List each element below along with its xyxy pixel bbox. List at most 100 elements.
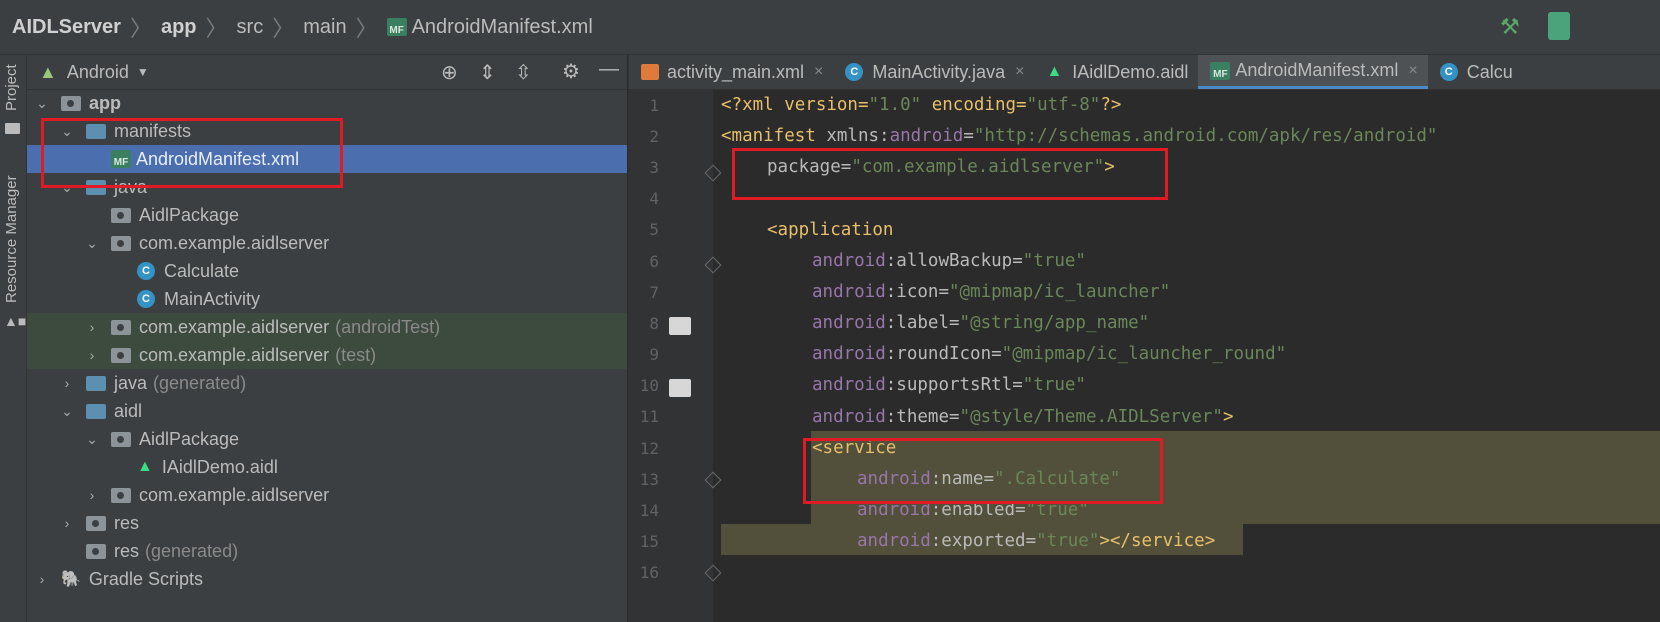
resource-icon: ▲■ bbox=[4, 313, 27, 329]
line-number: 10 bbox=[639, 376, 659, 395]
package-icon bbox=[111, 319, 131, 335]
line-number: 12 bbox=[639, 439, 659, 458]
tree-item-label: java bbox=[114, 372, 148, 393]
tree-item-label: Calculate bbox=[164, 260, 240, 281]
tree-item-label: MainActivity bbox=[164, 288, 261, 309]
chevron-right-icon: 〉 bbox=[205, 16, 228, 41]
project-panel: ▲ Android ▼ ⊕ ⇕ ⇳ ⚙ — ⌄ app ⌄ manifests … bbox=[27, 55, 627, 622]
code-line-8[interactable]: android:label="@string/app_name" bbox=[812, 313, 1149, 333]
tree-item-aidlpackage[interactable]: AidlPackage bbox=[27, 201, 627, 229]
chevron-down-icon[interactable]: ⌄ bbox=[85, 432, 99, 446]
fold-marker-icon[interactable] bbox=[704, 256, 722, 274]
chevron-down-icon[interactable]: ▼ bbox=[137, 65, 149, 79]
tree-item-package[interactable]: ⌄ com.example.aidlserver bbox=[27, 229, 627, 257]
code-line-6[interactable]: android:allowBackup="true" bbox=[812, 251, 1086, 271]
minimize-icon[interactable]: — bbox=[599, 58, 619, 81]
line-number: 11 bbox=[639, 407, 659, 426]
breadcrumb-src[interactable]: src bbox=[237, 16, 264, 39]
run-config-icon[interactable] bbox=[1548, 12, 1570, 40]
code-line-10[interactable]: android:supportsRtl="true" bbox=[812, 375, 1086, 395]
tree-item-java-generated[interactable]: › java (generated) bbox=[27, 369, 627, 397]
tree-item-label: com.example.aidlserver bbox=[139, 316, 330, 337]
tab-activity-main[interactable]: activity_main.xml × bbox=[629, 55, 833, 89]
tree-item-app[interactable]: ⌄ app bbox=[27, 89, 627, 117]
tree-item-package-androidtest[interactable]: › com.example.aidlserver (androidTest) bbox=[27, 313, 627, 341]
tree-item-label: app bbox=[89, 92, 122, 113]
tab-label: AndroidManifest.xml bbox=[1235, 60, 1399, 80]
tree-item-label: aidl bbox=[114, 400, 143, 421]
annotation-box-manifest bbox=[41, 118, 343, 188]
tab-label: Calcu bbox=[1466, 61, 1513, 82]
folder-icon bbox=[5, 123, 20, 134]
tab-calculate[interactable]: C Calcu bbox=[1428, 55, 1523, 89]
chevron-down-icon[interactable]: ⌄ bbox=[60, 404, 74, 418]
code-line-11[interactable]: android:theme="@style/Theme.AIDLServer"> bbox=[812, 407, 1233, 427]
tree-item-suffix: (androidTest) bbox=[335, 316, 441, 337]
chevron-down-icon[interactable]: ⌄ bbox=[35, 96, 49, 110]
line-number: 3 bbox=[649, 158, 659, 177]
tab-mainactivity[interactable]: C MainActivity.java × bbox=[833, 55, 1034, 89]
chevron-down-icon[interactable]: ⌄ bbox=[85, 236, 99, 250]
resources-folder-icon bbox=[86, 543, 106, 559]
line-number: 14 bbox=[639, 501, 659, 520]
tree-item-res-generated[interactable]: res (generated) bbox=[27, 537, 627, 565]
gear-icon[interactable]: ⚙ bbox=[562, 59, 580, 84]
fold-marker-icon[interactable] bbox=[704, 564, 722, 582]
project-panel-header: ▲ Android ▼ ⊕ ⇕ ⇳ ⚙ — bbox=[27, 55, 627, 90]
tree-item-calculate[interactable]: C Calculate bbox=[27, 257, 627, 285]
folder-icon bbox=[86, 403, 106, 419]
close-icon[interactable]: × bbox=[1015, 63, 1024, 81]
collapse-all-icon[interactable]: ⇳ bbox=[515, 60, 532, 85]
chevron-right-icon[interactable]: › bbox=[85, 320, 99, 334]
image-preview-icon[interactable] bbox=[669, 379, 691, 397]
tab-label: IAidlDemo.aidl bbox=[1072, 61, 1189, 82]
line-number: 5 bbox=[649, 220, 659, 239]
android-icon: ▲ bbox=[1046, 63, 1063, 80]
fold-marker-icon[interactable] bbox=[704, 471, 722, 489]
tree-item-label: com.example.aidlserver bbox=[139, 344, 330, 365]
tree-item-package-aidl[interactable]: › com.example.aidlserver bbox=[27, 481, 627, 509]
chevron-right-icon[interactable]: › bbox=[85, 488, 99, 502]
breadcrumb-file[interactable]: MF AndroidManifest.xml bbox=[386, 16, 593, 39]
tree-item-label: com.example.aidlserver bbox=[139, 232, 330, 253]
chevron-right-icon[interactable]: › bbox=[85, 348, 99, 362]
tree-item-suffix: (test) bbox=[335, 344, 377, 365]
tree-item-suffix: (generated) bbox=[145, 540, 239, 561]
line-number: 15 bbox=[639, 532, 659, 551]
tree-item-mainactivity[interactable]: C MainActivity bbox=[27, 285, 627, 313]
chevron-right-icon: 〉 bbox=[355, 16, 378, 41]
chevron-right-icon[interactable]: › bbox=[60, 516, 74, 530]
resource-manager-tab[interactable]: Resource Manager bbox=[3, 175, 20, 303]
breadcrumb-project[interactable]: AIDLServer bbox=[12, 16, 121, 39]
close-icon[interactable]: × bbox=[1408, 62, 1417, 80]
expand-all-icon[interactable]: ⇕ bbox=[479, 60, 496, 85]
code-line-9[interactable]: android:roundIcon="@mipmap/ic_launcher_r… bbox=[812, 344, 1286, 364]
chevron-right-icon[interactable]: › bbox=[35, 572, 49, 586]
code-line-5[interactable]: <application bbox=[767, 220, 893, 240]
chevron-right-icon[interactable]: › bbox=[60, 376, 74, 390]
fold-marker-icon[interactable] bbox=[704, 164, 722, 182]
code-line-2[interactable]: <manifest xmlns:android="http://schemas.… bbox=[721, 126, 1437, 146]
chevron-right-icon: 〉 bbox=[129, 16, 152, 41]
breadcrumb-module[interactable]: app bbox=[161, 16, 197, 39]
code-line-7[interactable]: android:icon="@mipmap/ic_launcher" bbox=[812, 282, 1170, 302]
code-line-1[interactable]: <?xml version="1.0" encoding="utf-8"?> bbox=[721, 95, 1121, 115]
line-number: 13 bbox=[639, 470, 659, 489]
annotation-box-service bbox=[803, 438, 1163, 504]
tab-androidmanifest[interactable]: MF AndroidManifest.xml × bbox=[1198, 55, 1428, 89]
tree-item-res[interactable]: › res bbox=[27, 509, 627, 537]
locate-icon[interactable]: ⊕ bbox=[441, 60, 458, 85]
build-hammer-icon[interactable]: ⚒ bbox=[1500, 14, 1520, 40]
breadcrumb-main[interactable]: main bbox=[303, 16, 346, 39]
tree-item-aidlpackage-2[interactable]: ⌄ AidlPackage bbox=[27, 425, 627, 453]
image-preview-icon[interactable] bbox=[669, 317, 691, 335]
tree-item-gradle-scripts[interactable]: › 🐘 Gradle Scripts bbox=[27, 565, 627, 593]
project-tool-tab[interactable]: Project bbox=[3, 64, 20, 111]
tree-item-iaidldemo[interactable]: ▲ IAidlDemo.aidl bbox=[27, 453, 627, 481]
view-selector[interactable]: Android bbox=[67, 62, 129, 83]
tree-item-aidl[interactable]: ⌄ aidl bbox=[27, 397, 627, 425]
tab-iaidldemo[interactable]: ▲ IAidlDemo.aidl bbox=[1034, 55, 1198, 89]
close-icon[interactable]: × bbox=[814, 63, 823, 81]
code-line-15[interactable]: android:exported="true"></service> bbox=[857, 531, 1215, 551]
tree-item-package-test[interactable]: › com.example.aidlserver (test) bbox=[27, 341, 627, 369]
